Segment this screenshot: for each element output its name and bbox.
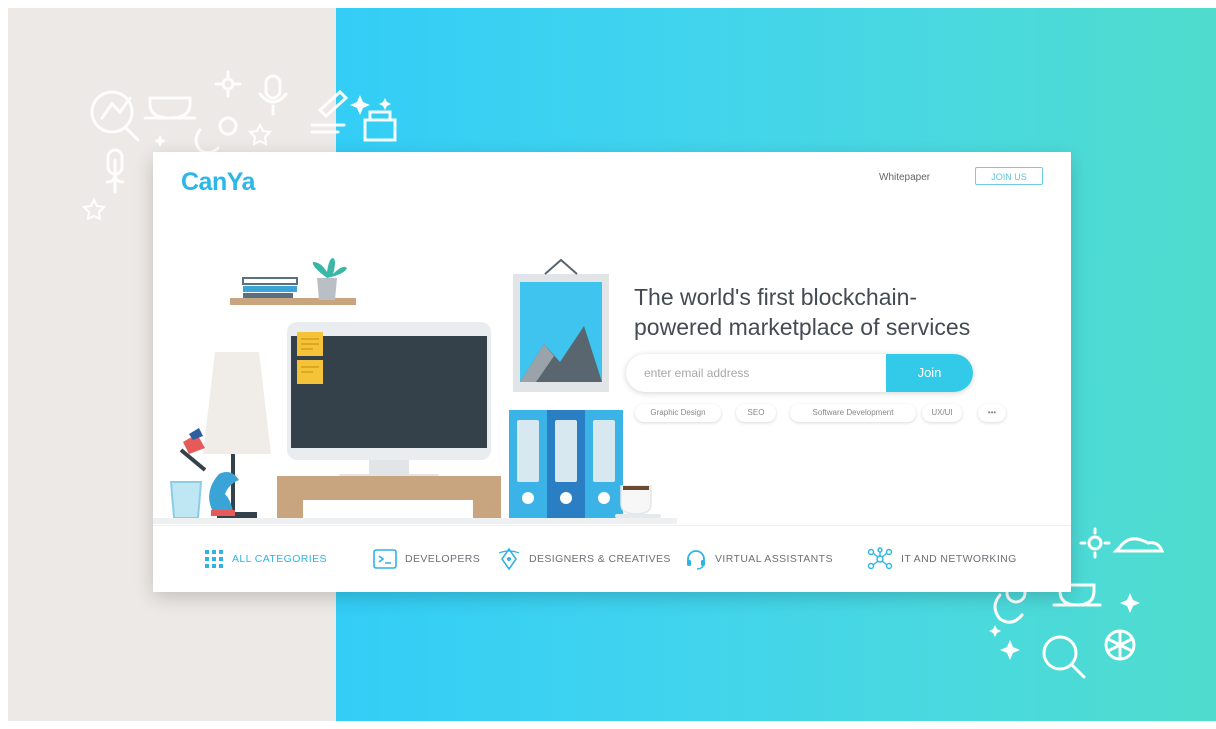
category-designers[interactable]: DESIGNERS & CREATIVES <box>497 526 671 592</box>
office-desk-illustration <box>153 258 677 524</box>
category-designers-label: DESIGNERS & CREATIVES <box>529 553 671 565</box>
whitepaper-link[interactable]: Whitepaper <box>879 172 930 183</box>
join-us-button[interactable]: JOIN US <box>975 167 1043 185</box>
network-icon <box>867 547 893 570</box>
category-navigation-bar: ALL CATEGORIES DEVELOPERS DESIGNERS & CR… <box>153 525 1071 592</box>
tag-ux-ui[interactable]: UX/UI <box>922 404 962 422</box>
headset-icon <box>687 550 705 570</box>
email-input[interactable] <box>626 354 884 392</box>
more-tags-button[interactable]: ••• <box>978 404 1006 422</box>
email-signup-form: Join <box>626 354 973 392</box>
pen-tool-icon <box>498 547 520 571</box>
category-virtual-assistants[interactable]: VIRTUAL ASSISTANTS <box>685 526 833 592</box>
landing-page-card: CanYa Whitepaper JOIN US The world's fir… <box>153 152 1071 592</box>
join-button[interactable]: Join <box>886 354 973 392</box>
hero-headline: The world's first blockchain- powered ma… <box>634 282 1034 342</box>
canya-logo[interactable]: CanYa <box>181 168 255 197</box>
category-it-networking-label: IT AND NETWORKING <box>901 553 1017 565</box>
tag-seo[interactable]: SEO <box>736 404 776 422</box>
category-developers-label: DEVELOPERS <box>405 553 481 565</box>
category-developers[interactable]: DEVELOPERS <box>373 526 480 592</box>
tag-software-development[interactable]: Software Development <box>790 404 916 422</box>
tag-graphic-design[interactable]: Graphic Design <box>635 404 721 422</box>
terminal-icon <box>373 549 397 569</box>
category-virtual-assistants-label: VIRTUAL ASSISTANTS <box>715 553 833 565</box>
hero-headline-line2: powered marketplace of services <box>634 314 971 340</box>
category-all[interactable]: ALL CATEGORIES <box>204 526 327 592</box>
category-all-label: ALL CATEGORIES <box>232 553 327 565</box>
grid-icon <box>205 550 223 568</box>
category-it-networking[interactable]: IT AND NETWORKING <box>867 526 1017 592</box>
hero-headline-line1: The world's first blockchain- <box>634 284 918 310</box>
